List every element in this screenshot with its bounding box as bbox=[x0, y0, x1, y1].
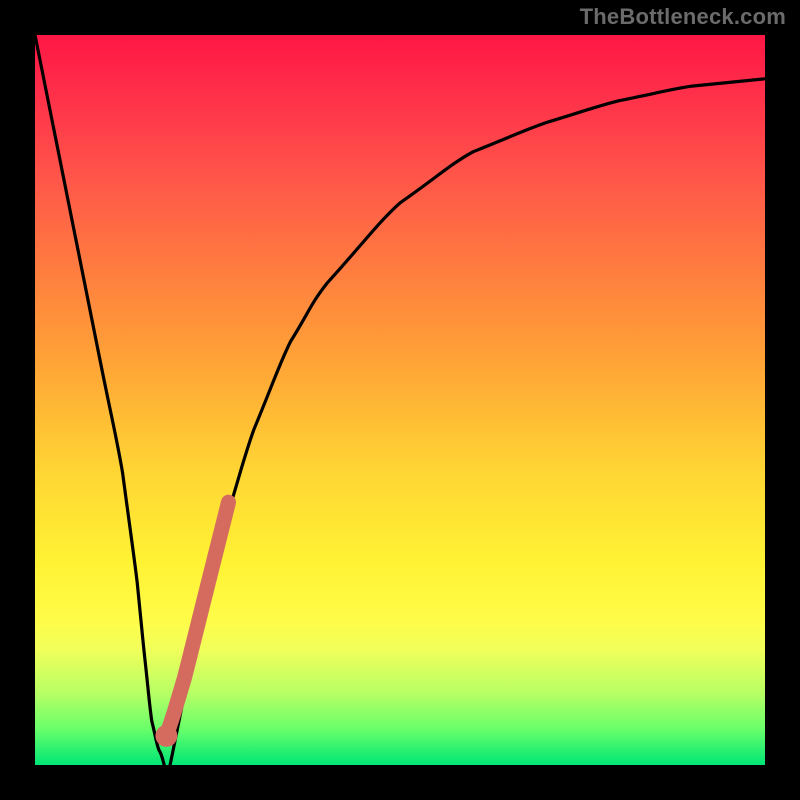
highlight-segment-path bbox=[166, 502, 228, 736]
plot-area bbox=[35, 35, 765, 765]
watermark-label: TheBottleneck.com bbox=[580, 4, 786, 30]
chart-svg bbox=[35, 35, 765, 765]
bottleneck-curve-path bbox=[35, 35, 765, 765]
highlight-start-dot bbox=[155, 725, 177, 747]
chart-frame: TheBottleneck.com bbox=[0, 0, 800, 800]
